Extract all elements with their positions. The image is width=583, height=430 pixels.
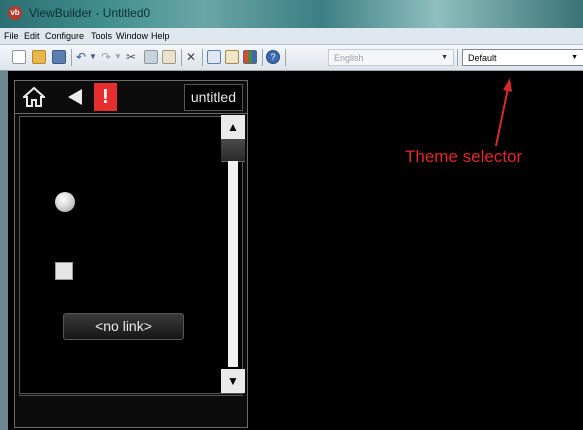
menu-edit[interactable]: Edit <box>24 31 40 41</box>
language-select-value: English <box>334 53 364 63</box>
back-arrow-icon[interactable] <box>67 88 83 106</box>
title-bar: vb ViewBuilder - Untitled0 <box>0 0 583 28</box>
alert-icon[interactable]: ! <box>94 83 117 111</box>
toolbar-separator <box>71 49 72 66</box>
scroll-track[interactable] <box>228 161 238 367</box>
menu-help[interactable]: Help <box>151 31 170 41</box>
home-icon[interactable] <box>23 86 45 108</box>
checkbox[interactable] <box>55 262 73 280</box>
theme-select-value: Default <box>468 53 497 63</box>
theme-select[interactable]: Default ▼ <box>462 49 583 66</box>
scroll-down-icon[interactable]: ▼ <box>221 369 245 393</box>
menu-tools[interactable]: Tools <box>91 31 112 41</box>
menu-bar: File Edit Configure Tools Window Help <box>0 28 583 45</box>
menu-window[interactable]: Window <box>116 31 148 41</box>
menu-configure[interactable]: Configure <box>45 31 84 41</box>
navigation-bar: ! untitled <box>15 81 247 114</box>
chart-icon[interactable] <box>243 50 257 64</box>
delete-icon[interactable]: ✕ <box>186 49 196 65</box>
save-icon[interactable] <box>52 50 66 64</box>
cut-icon[interactable]: ✂ <box>126 49 136 65</box>
toolbar: ↶ ▼ ↷ ▼ ✂ ✕ ? English ▼ Default ▼ <box>0 45 583 71</box>
new-file-icon[interactable] <box>12 50 26 64</box>
scroll-up-icon[interactable]: ▲ <box>221 115 245 139</box>
window-title: ViewBuilder - Untitled0 <box>29 6 151 20</box>
annotation-arrow-icon <box>495 78 512 147</box>
paste-icon[interactable] <box>162 50 176 64</box>
app-logo-icon: vb <box>8 6 22 20</box>
menu-file[interactable]: File <box>4 31 19 41</box>
help-icon[interactable]: ? <box>266 50 280 64</box>
undo-icon[interactable]: ↶ <box>76 49 86 65</box>
page-content: <no link> <box>19 116 243 394</box>
undo-dropdown-icon[interactable]: ▼ <box>89 49 97 65</box>
radio-button[interactable] <box>55 192 75 212</box>
page-preview[interactable]: ! untitled <no link> ▲ ▼ <box>14 80 248 428</box>
open-folder-icon[interactable] <box>32 50 46 64</box>
pages-icon[interactable] <box>207 50 221 64</box>
toolbar-separator <box>457 49 458 66</box>
left-dock-strip <box>0 71 8 430</box>
scroll-thumb[interactable] <box>221 139 245 162</box>
redo-dropdown-icon[interactable]: ▼ <box>114 49 122 65</box>
annotation-label: Theme selector <box>405 147 523 166</box>
toolbar-separator <box>262 49 263 66</box>
chevron-down-icon: ▼ <box>441 54 448 61</box>
link-button[interactable]: <no link> <box>63 313 184 340</box>
vertical-scrollbar[interactable]: ▲ ▼ <box>221 115 245 393</box>
page-title: untitled <box>183 84 243 111</box>
language-select[interactable]: English ▼ <box>328 49 454 66</box>
chevron-down-icon: ▼ <box>571 54 578 61</box>
properties-icon[interactable] <box>225 50 239 64</box>
toolbar-separator <box>202 49 203 66</box>
toolbar-separator <box>285 49 286 66</box>
page-footer <box>19 395 243 425</box>
redo-icon[interactable]: ↷ <box>101 49 111 65</box>
toolbar-separator <box>181 49 182 66</box>
copy-icon[interactable] <box>144 50 158 64</box>
